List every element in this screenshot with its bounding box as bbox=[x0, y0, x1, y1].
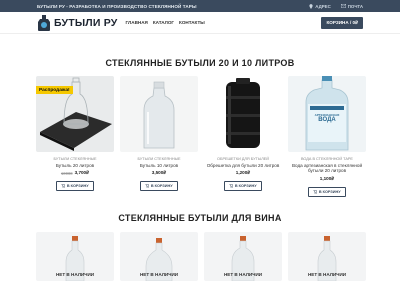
product-name[interactable]: Бутыль 10 литров bbox=[140, 163, 178, 168]
cart-icon bbox=[313, 189, 318, 194]
product-grid: Распродажа! БУТЫЛИ СТЕКЛЯННЫЕ Бутыль 20 … bbox=[36, 76, 366, 197]
cart-icon bbox=[61, 184, 66, 189]
add-to-cart-button[interactable]: В КОРЗИНУ bbox=[140, 181, 178, 192]
product-image[interactable]: АРТЕЗИАНСКАЯ ВОДА bbox=[288, 76, 366, 152]
product-old-price: 10000 bbox=[60, 170, 73, 176]
glass-bottle-image bbox=[143, 81, 175, 149]
product-category[interactable]: ВОДА В СТЕКЛЯННОЙ ТАРЕ bbox=[301, 157, 353, 161]
product-image[interactable] bbox=[120, 76, 198, 152]
add-to-cart-button[interactable]: В КОРЗИНУ bbox=[224, 181, 262, 192]
product-price: 1,100₽ bbox=[319, 175, 335, 181]
product-category[interactable]: ОБРЕШЕТКИ ДЛЯ БУТЫЛЕЙ bbox=[217, 157, 269, 161]
product-name[interactable]: Вода артезианская в стеклянной бутыли 20… bbox=[288, 163, 366, 174]
wine-product-card[interactable]: НЕТ В НАЛИЧИИ bbox=[288, 232, 366, 282]
top-bar: БУТЫЛИ РУ - РАЗРАБОТКА И ПРОИЗВОДСТВО СТ… bbox=[0, 0, 400, 12]
address-label: АДРЕС bbox=[315, 3, 331, 9]
wine-product-card[interactable]: НЕТ В НАЛИЧИИ bbox=[36, 232, 114, 282]
crate-image bbox=[226, 78, 260, 148]
product-price: 3,700₽ bbox=[74, 170, 90, 176]
site-header: БУТЫЛИ РУ ГЛАВНАЯ КАТАЛОГ КОНТАКТЫ КОРЗИ… bbox=[0, 12, 400, 34]
add-to-cart-label: В КОРЗИНУ bbox=[66, 184, 89, 189]
cart-icon bbox=[229, 184, 234, 189]
product-image[interactable] bbox=[204, 76, 282, 152]
out-of-stock-label: НЕТ В НАЛИЧИИ bbox=[307, 272, 347, 277]
nav-item-catalog[interactable]: КАТАЛОГ bbox=[153, 20, 174, 25]
nav-item-home[interactable]: ГЛАВНАЯ bbox=[126, 20, 148, 25]
product-name[interactable]: Бутыль 20 литров bbox=[56, 163, 94, 168]
site-tagline: БУТЫЛИ РУ - РАЗРАБОТКА И ПРОИЗВОДСТВО СТ… bbox=[37, 3, 197, 9]
product-price: 3,500₽ bbox=[151, 170, 167, 176]
main-nav: ГЛАВНАЯ КАТАЛОГ КОНТАКТЫ bbox=[126, 20, 205, 25]
out-of-stock-label: НЕТ В НАЛИЧИИ bbox=[55, 272, 95, 277]
address-link[interactable]: АДРЕС bbox=[309, 4, 331, 9]
add-to-cart-label: В КОРЗИНУ bbox=[318, 189, 341, 194]
mail-label: ПОЧТА bbox=[347, 3, 363, 9]
product-image[interactable]: Распродажа! bbox=[36, 76, 114, 152]
product-price: 1,200₽ bbox=[235, 170, 251, 176]
product-card: ОБРЕШЕТКИ ДЛЯ БУТЫЛЕЙ Обрешетка для буты… bbox=[204, 76, 282, 197]
nav-item-contacts[interactable]: КОНТАКТЫ bbox=[179, 20, 205, 25]
out-of-stock-label: НЕТ В НАЛИЧИИ bbox=[223, 272, 263, 277]
product-name[interactable]: Обрешетка для бутыли 20 литров bbox=[207, 163, 280, 168]
mail-icon bbox=[340, 4, 346, 8]
product-category[interactable]: БУТЫЛИ СТЕКЛЯННЫЕ bbox=[53, 157, 96, 161]
product-card: АРТЕЗИАНСКАЯ ВОДА ВОДА В СТЕКЛЯННОЙ ТАРЕ… bbox=[288, 76, 366, 197]
wine-product-grid: НЕТ В НАЛИЧИИ НЕТ В НАЛИЧИИ НЕТ В НАЛИЧИ… bbox=[36, 232, 366, 282]
wine-product-card[interactable]: НЕТ В НАЛИЧИИ bbox=[204, 232, 282, 282]
product-card: БУТЫЛИ СТЕКЛЯННЫЕ Бутыль 10 литров 3,500… bbox=[120, 76, 198, 197]
location-pin-icon bbox=[309, 3, 313, 9]
logo[interactable]: БУТЫЛИ РУ bbox=[37, 14, 118, 31]
section-title-wine-bottles: СТЕКЛЯННЫЕ БУТЫЛИ ДЛЯ ВИНА bbox=[118, 213, 282, 223]
add-to-cart-button[interactable]: В КОРЗИНУ bbox=[56, 181, 94, 192]
water-label-line2: ВОДА bbox=[318, 117, 336, 123]
sale-badge: Распродажа! bbox=[36, 86, 73, 94]
mail-link[interactable]: ПОЧТА bbox=[340, 3, 363, 9]
logo-text: БУТЫЛИ РУ bbox=[54, 16, 118, 29]
add-to-cart-label: В КОРЗИНУ bbox=[150, 184, 173, 189]
bottle-logo-icon bbox=[38, 14, 50, 31]
add-to-cart-label: В КОРЗИНУ bbox=[234, 184, 257, 189]
section-title-bottles: СТЕКЛЯННЫЕ БУТЫЛИ 20 И 10 ЛИТРОВ bbox=[105, 58, 295, 68]
cart-button[interactable]: КОРЗИНА / 0₽ bbox=[321, 16, 363, 29]
cart-icon bbox=[145, 184, 150, 189]
wine-product-card[interactable]: НЕТ В НАЛИЧИИ bbox=[120, 232, 198, 282]
product-category[interactable]: БУТЫЛИ СТЕКЛЯННЫЕ bbox=[137, 157, 180, 161]
out-of-stock-label: НЕТ В НАЛИЧИИ bbox=[139, 272, 179, 277]
add-to-cart-button[interactable]: В КОРЗИНУ bbox=[308, 186, 346, 197]
product-card: Распродажа! БУТЫЛИ СТЕКЛЯННЫЕ Бутыль 20 … bbox=[36, 76, 114, 197]
